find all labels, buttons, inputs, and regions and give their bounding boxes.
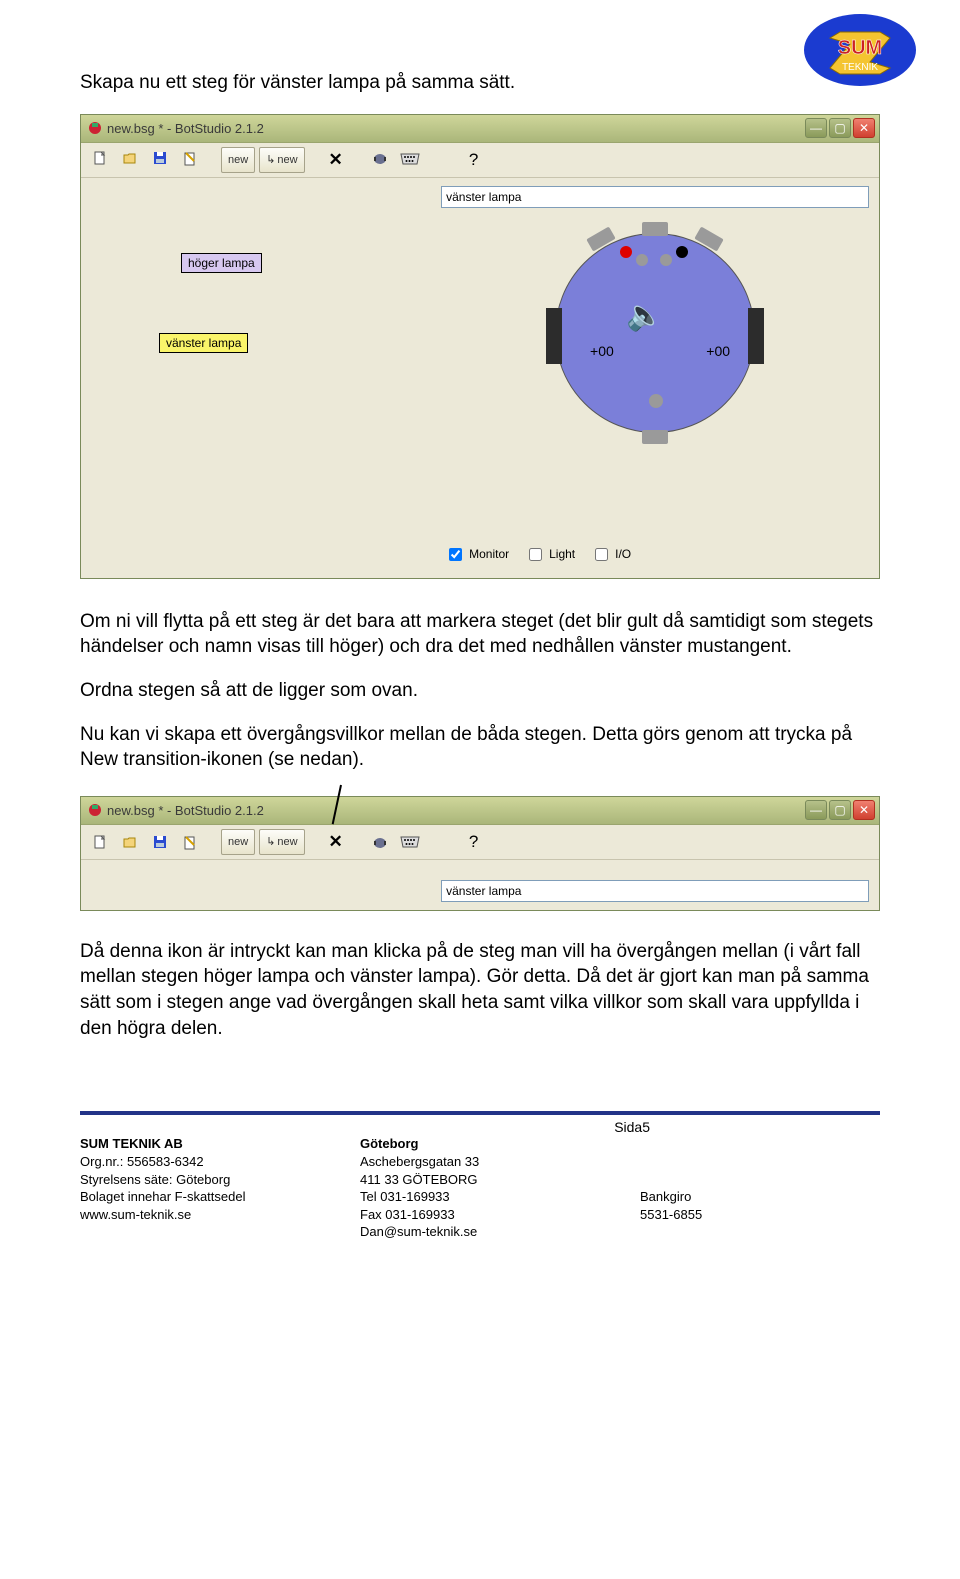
pointer-arrow <box>80 787 880 788</box>
floppy-disk-icon <box>152 150 168 169</box>
footer-zip: 411 33 GÖTEBORG <box>360 1171 600 1189</box>
footer-fax: Fax 031-169933 <box>360 1206 600 1224</box>
robot-preview[interactable]: 🔈 +00 +00 <box>540 218 770 448</box>
window-close-button[interactable]: ✕ <box>853 118 875 138</box>
state-graph-area-2[interactable] <box>81 860 431 910</box>
paragraph-intryckt: Då denna ikon är intryckt kan man klicka… <box>80 939 880 1042</box>
botstudio-window: new.bsg * - BotStudio 2.1.2 — ▢ ✕ new ↳n… <box>80 114 880 579</box>
toolbar-2: new ↳new ✕ ? <box>81 825 879 860</box>
serial-port-icon <box>399 152 421 168</box>
window-titlebar-2[interactable]: new.bsg * - BotStudio 2.1.2 — ▢ ✕ <box>81 797 879 825</box>
step-vanster-lampa[interactable]: vänster lampa <box>159 333 248 353</box>
state-graph-area[interactable]: höger lampa vänster lampa <box>81 178 431 578</box>
new-step-button[interactable]: new <box>221 147 255 173</box>
transition-arrow-icon: ↳ <box>266 835 275 848</box>
transition-arrow-icon: ↳ <box>266 153 275 166</box>
footer-orgnr: Org.nr.: 556583-6342 <box>80 1153 320 1171</box>
delete-button[interactable]: ✕ <box>323 147 349 173</box>
window-titlebar[interactable]: new.bsg * - BotStudio 2.1.2 — ▢ ✕ <box>81 115 879 143</box>
app-icon <box>87 802 103 818</box>
footer-email: Dan@sum-teknik.se <box>360 1223 600 1241</box>
company-logo: SUM TEKNIK <box>800 10 920 90</box>
open-file-button[interactable] <box>117 147 143 173</box>
delete-button[interactable]: ✕ <box>323 829 349 855</box>
footer-street: Aschebergsgatan 33 <box>360 1153 600 1171</box>
save-button[interactable] <box>147 147 173 173</box>
footer-company: SUM TEKNIK AB <box>80 1135 320 1153</box>
toolbar: new ↳new ✕ ? <box>81 143 879 178</box>
new-step-button[interactable]: new <box>221 829 255 855</box>
botstudio-window-cropped: new.bsg * - BotStudio 2.1.2 — ▢ ✕ new ↳n… <box>80 796 880 911</box>
window-minimize-button[interactable]: — <box>805 800 827 820</box>
app-icon <box>87 120 103 136</box>
window-maximize-button[interactable]: ▢ <box>829 800 851 820</box>
logo-bottom-text: TEKNIK <box>842 62 878 73</box>
x-icon: ✕ <box>328 832 342 852</box>
new-transition-button[interactable]: ↳new <box>259 147 304 173</box>
logo-top-text: SUM <box>838 37 882 59</box>
save-button[interactable] <box>147 829 173 855</box>
robot-button[interactable] <box>367 147 393 173</box>
window-title: new.bsg * - BotStudio 2.1.2 <box>107 121 803 136</box>
footer-bg: 5531-6855 <box>640 1206 880 1224</box>
help-icon: ? <box>469 832 478 852</box>
paragraph-ordna: Ordna stegen så att de ligger som ovan. <box>80 678 880 704</box>
left-led[interactable] <box>620 246 632 258</box>
light-checkbox[interactable]: Light <box>525 545 575 564</box>
step-name-input-2[interactable] <box>441 880 869 902</box>
open-file-button[interactable] <box>117 829 143 855</box>
speaker-icon: 🔈 <box>626 298 663 333</box>
new-transition-button[interactable]: ↳new <box>259 829 304 855</box>
footer-seat: Styrelsens säte: Göteborg <box>80 1171 320 1189</box>
serial-port-button[interactable] <box>397 147 423 173</box>
window-close-button[interactable]: ✕ <box>853 800 875 820</box>
new-file-button[interactable] <box>87 147 113 173</box>
new-file-button[interactable] <box>87 829 113 855</box>
robot-button[interactable] <box>367 829 393 855</box>
footer-fskatt: Bolaget innehar F-skattsedel <box>80 1188 320 1206</box>
right-motor-value[interactable]: +00 <box>706 343 730 359</box>
page-number: Sida5 <box>80 1119 880 1135</box>
intro-paragraph: Skapa nu ett steg för vänster lampa på s… <box>80 70 880 96</box>
robot-icon <box>372 150 388 169</box>
x-icon: ✕ <box>328 150 342 170</box>
help-icon: ? <box>469 150 478 170</box>
paragraph-overgang: Nu kan vi skapa ett övergångsvillkor mel… <box>80 722 880 773</box>
window-minimize-button[interactable]: — <box>805 118 827 138</box>
folder-open-icon <box>122 150 138 169</box>
footer-city: Göteborg <box>360 1135 600 1153</box>
monitor-checkbox[interactable]: Monitor <box>445 545 509 564</box>
footer-rule <box>80 1111 880 1115</box>
right-led[interactable] <box>676 246 688 258</box>
serial-port-button[interactable] <box>397 829 423 855</box>
window-maximize-button[interactable]: ▢ <box>829 118 851 138</box>
edit-button[interactable] <box>177 147 203 173</box>
pencil-icon <box>182 150 198 169</box>
paragraph-flytta: Om ni vill flytta på ett steg är det bar… <box>80 609 880 660</box>
properties-panel: 🔈 +00 +00 Monitor Light I/O <box>431 178 879 578</box>
page-footer: SUM TEKNIK AB Org.nr.: 556583-6342 Styre… <box>80 1135 880 1240</box>
help-button[interactable]: ? <box>461 829 487 855</box>
left-motor-value[interactable]: +00 <box>590 343 614 359</box>
help-button[interactable]: ? <box>461 147 487 173</box>
edit-button[interactable] <box>177 829 203 855</box>
step-name-input[interactable] <box>441 186 869 208</box>
io-checkbox[interactable]: I/O <box>591 545 631 564</box>
footer-bg-label: Bankgiro <box>640 1188 880 1206</box>
new-file-icon <box>92 150 108 169</box>
step-hoger-lampa[interactable]: höger lampa <box>181 253 262 273</box>
footer-www: www.sum-teknik.se <box>80 1206 320 1224</box>
footer-tel: Tel 031-169933 <box>360 1188 600 1206</box>
window-title-2: new.bsg * - BotStudio 2.1.2 <box>107 803 803 818</box>
